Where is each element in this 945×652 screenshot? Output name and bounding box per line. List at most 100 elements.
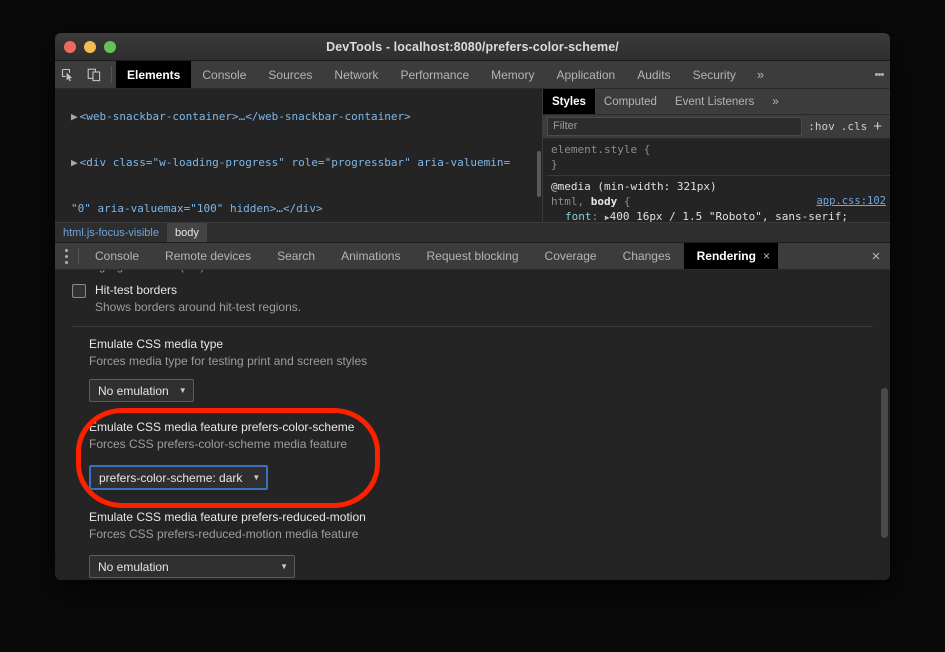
window-titlebar: DevTools - localhost:8080/prefers-color-… [55,33,890,61]
rule-divider [547,175,890,176]
styles-panel: Styles Computed Event Listeners » Filter… [543,89,890,222]
inspect-cursor-icon[interactable] [55,61,81,88]
media-type-description: Forces media type for testing print and … [89,353,890,370]
tab-elements[interactable]: Elements [116,61,191,88]
screenshot-root: DevTools - localhost:8080/prefers-color-… [0,0,945,652]
breadcrumb: html.js-focus-visible body [55,222,890,243]
emulate-css-media-type-setting: Emulate CSS media type Forces media type… [72,327,890,402]
dom-line-text: <div class="w-loading-progress" role="pr… [80,156,510,169]
css-selector: element.style [551,143,637,156]
tab-application[interactable]: Application [545,61,626,88]
emulate-prefers-color-scheme-setting: Emulate CSS media feature prefers-color-… [72,402,890,490]
more-tabs-chevron-icon[interactable]: » [747,61,774,88]
tab-sources[interactable]: Sources [257,61,323,88]
hit-test-borders-checkbox[interactable] [72,284,86,298]
devtools-drawer: Console Remote devices Search Animations… [55,243,890,580]
styles-overflow-chevron-icon[interactable]: » [763,89,787,114]
tab-performance[interactable]: Performance [389,61,480,88]
drawer-divider [78,248,79,264]
close-window-button[interactable] [64,41,76,53]
prefers-color-scheme-select[interactable]: prefers-color-scheme: dark ▼ [89,465,268,490]
drawer-tab-request-blocking[interactable]: Request blocking [413,243,531,269]
minimize-window-button[interactable] [84,41,96,53]
styles-filter-input[interactable]: Filter [547,117,802,136]
elements-and-styles: ▶<web-snackbar-container>…</web-snackbar… [55,89,890,222]
prefers-reduced-motion-value: No emulation [98,560,169,574]
css-selector-bold: body [591,195,618,208]
emulate-prefers-reduced-motion-setting: Emulate CSS media feature prefers-reduce… [72,490,890,578]
breadcrumb-item-html[interactable]: html.js-focus-visible [55,223,167,242]
css-source-link[interactable]: app.css:102 [816,194,886,209]
css-rule-html-body[interactable]: @media (min-width: 321px) app.css:102 ht… [547,179,890,222]
toolbar-divider [111,66,112,83]
window-controls [55,41,116,53]
chevron-down-icon: ▼ [280,562,288,571]
drawer-tab-remote-devices[interactable]: Remote devices [152,243,264,269]
prefers-color-scheme-label: Emulate CSS media feature prefers-color-… [89,419,890,436]
media-type-label: Emulate CSS media type [89,336,890,353]
rendering-scrollbar[interactable] [881,270,888,580]
rendering-settings-list: Highlights frames (red) detected to be a… [55,270,890,578]
tab-memory[interactable]: Memory [480,61,545,88]
toolbar-spacer [774,61,868,88]
scrollbar-thumb[interactable] [881,388,888,538]
drawer-tab-search[interactable]: Search [264,243,328,269]
elements-tree-panel[interactable]: ▶<web-snackbar-container>…</web-snackbar… [55,89,543,222]
drawer-tab-rendering-label: Rendering [697,249,756,263]
css-close-brace: } [551,158,558,171]
drawer-tab-coverage[interactable]: Coverage [532,243,610,269]
more-options-icon[interactable] [868,61,890,88]
drawer-tab-changes[interactable]: Changes [610,243,684,269]
tab-network[interactable]: Network [323,61,389,88]
css-open-brace: { [644,143,651,156]
dom-line[interactable]: ▶<div class="w-loading-progress" role="p… [63,155,542,170]
elements-scrollbar[interactable] [537,89,542,222]
dom-tree: ▶<web-snackbar-container>…</web-snackbar… [55,89,542,222]
close-tab-icon[interactable]: × [763,249,770,263]
window-title: DevTools - localhost:8080/prefers-color-… [55,40,890,54]
devtools-window: DevTools - localhost:8080/prefers-color-… [55,33,890,580]
dom-line-text: "0" aria-valuemax="100" hidden>…</div> [71,202,323,215]
media-type-select-wrap: No emulation ▼ [89,379,890,402]
scrollbar-thumb[interactable] [537,151,541,197]
hov-toggle-button[interactable]: :hov [808,120,835,133]
new-style-rule-button[interactable]: + [873,119,886,134]
prefers-reduced-motion-select-wrap: No emulation ▼ [89,555,890,578]
hit-test-borders-description: Shows borders around hit-test regions. [95,299,301,316]
breadcrumb-item-body[interactable]: body [167,223,207,242]
cls-toggle-button[interactable]: .cls [841,120,868,133]
drawer-tab-rendering[interactable]: Rendering × [684,243,778,269]
drawer-tab-animations[interactable]: Animations [328,243,413,269]
chevron-down-icon: ▼ [252,473,260,482]
tab-computed[interactable]: Computed [595,89,666,114]
media-type-value: No emulation [98,384,169,398]
css-property-name[interactable]: font [565,210,592,222]
drawer-tabbar-spacer [778,243,862,269]
tab-console[interactable]: Console [191,61,257,88]
prefers-color-scheme-select-wrap: prefers-color-scheme: dark ▼ [89,465,890,490]
prefers-reduced-motion-select[interactable]: No emulation ▼ [89,555,295,578]
css-rule-element-style[interactable]: element.style { } [547,142,890,173]
more-tabs-icon[interactable] [55,243,77,269]
drawer-tabbar: Console Remote devices Search Animations… [55,243,890,270]
device-toolbar-icon[interactable] [81,61,107,88]
dom-line[interactable]: ▶<web-snackbar-container>…</web-snackbar… [63,109,542,124]
dom-line-continuation[interactable]: "0" aria-valuemax="100" hidden>…</div> [63,201,542,216]
rendering-panel: Highlights frames (red) detected to be a… [55,270,890,580]
tab-styles[interactable]: Styles [543,89,595,114]
tab-event-listeners[interactable]: Event Listeners [666,89,763,114]
tab-security[interactable]: Security [682,61,747,88]
media-type-select[interactable]: No emulation ▼ [89,379,194,402]
chevron-down-icon: ▼ [179,386,187,395]
hit-test-borders-label: Hit-test borders [95,282,301,299]
css-property-value[interactable]: 400 16px / 1.5 "Roboto", sans-serif; [610,210,848,222]
devtools-main-toolbar: Elements Console Sources Network Perform… [55,61,890,89]
tab-audits[interactable]: Audits [626,61,681,88]
maximize-window-button[interactable] [104,41,116,53]
close-drawer-icon[interactable]: × [862,243,890,269]
drawer-tab-console[interactable]: Console [82,243,152,269]
css-open-brace: { [624,195,631,208]
css-selector-plain: html, [551,195,591,208]
prefers-reduced-motion-label: Emulate CSS media feature prefers-reduce… [89,509,890,526]
hit-test-borders-setting[interactable]: Hit-test borders Shows borders around hi… [72,276,890,316]
